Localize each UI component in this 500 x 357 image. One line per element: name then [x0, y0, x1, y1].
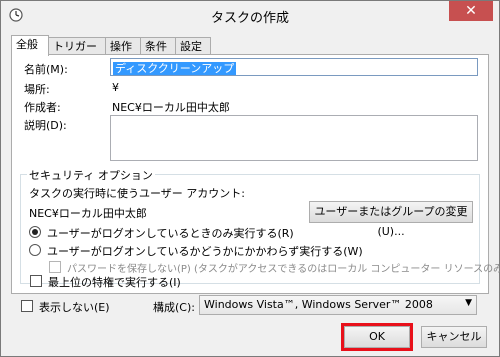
radio-whether-logged-on[interactable] — [29, 244, 41, 256]
configure-select-value: Windows Vista™, Windows Server™ 2008 — [204, 298, 433, 311]
description-label: 説明(D): — [24, 119, 67, 132]
tab-settings[interactable]: 設定 — [175, 37, 211, 55]
change-user-button[interactable]: ユーザーまたはグループの変更(U)... — [309, 201, 473, 238]
window-title: タスクの作成 — [210, 11, 289, 26]
name-label: 名前(M): — [24, 63, 68, 76]
cancel-button[interactable]: キャンセル — [421, 326, 487, 348]
location-label: 場所: — [24, 83, 50, 96]
name-input[interactable]: ディスククリーンアップ — [110, 58, 478, 76]
general-panel: 名前(M): ディスククリーンアップ 場所: ¥ 作成者: NEC¥ローカル田中… — [11, 54, 500, 294]
radio-logged-on-only-label: ユーザーがログオンしているときのみ実行する(R) — [47, 227, 294, 240]
tab-general[interactable]: 全般 — [11, 35, 49, 56]
chevron-down-icon: ▼ — [465, 298, 472, 308]
account-value: NEC¥ローカル田中太郎 — [29, 207, 147, 220]
hidden-label: 表示しない(E) — [39, 301, 110, 314]
radio-logged-on-only[interactable] — [29, 226, 41, 238]
configure-label: 構成(C): — [153, 301, 195, 314]
close-button[interactable]: ✕ — [449, 1, 493, 21]
highest-privileges-checkbox[interactable] — [30, 275, 42, 287]
radio-whether-logged-on-label: ユーザーがログオンしているかどうかにかかわらず実行する(W) — [47, 245, 363, 258]
location-value: ¥ — [112, 81, 119, 94]
close-icon: ✕ — [465, 3, 477, 19]
hidden-checkbox[interactable] — [21, 300, 33, 312]
description-textarea[interactable] — [110, 115, 478, 161]
author-value: NEC¥ローカル田中太郎 — [112, 101, 230, 114]
no-store-password-label: パスワードを保存しない(P) (タスクがアクセスできるのはローカル コンピュータ… — [67, 264, 500, 275]
ok-button-highlight — [341, 323, 413, 351]
account-label: タスクの実行時に使うユーザー アカウント: — [29, 187, 245, 200]
tab-conditions[interactable]: 条件 — [140, 37, 176, 55]
name-input-value: ディスククリーンアップ — [113, 62, 237, 75]
highest-privileges-label: 最上位の特権で実行する(I) — [48, 276, 181, 289]
no-store-password-checkbox[interactable] — [49, 261, 61, 273]
security-options-group: セキュリティ オプション タスクの実行時に使うユーザー アカウント: NEC¥ロ… — [20, 167, 500, 284]
tab-actions[interactable]: 操作 — [105, 37, 141, 55]
task-create-dialog: タスクの作成 ✕ 全般 トリガー 操作 条件 設定 名前(M): ディスククリー… — [0, 0, 500, 357]
security-legend: セキュリティ オプション — [27, 167, 155, 183]
title-bar: タスクの作成 ✕ — [1, 1, 499, 29]
configure-select[interactable]: Windows Vista™, Windows Server™ 2008 ▼ — [199, 295, 477, 315]
tab-triggers[interactable]: トリガー — [48, 37, 106, 55]
author-label: 作成者: — [24, 101, 61, 114]
